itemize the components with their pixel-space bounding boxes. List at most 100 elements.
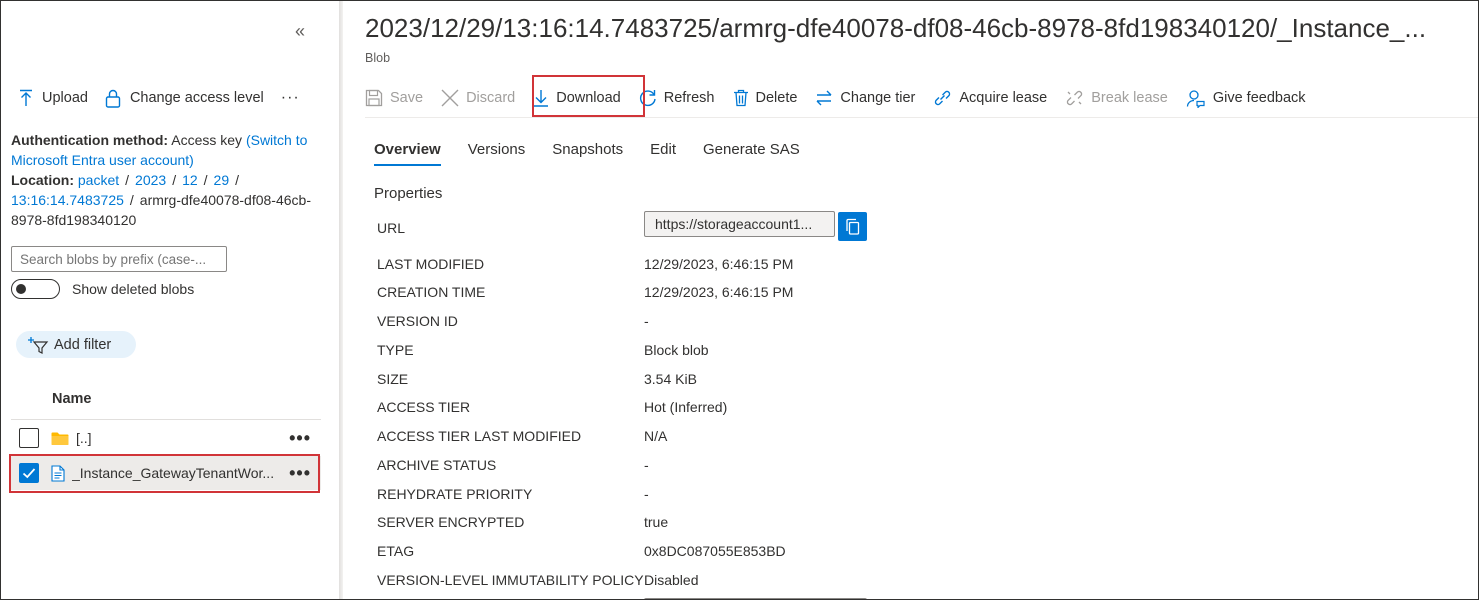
prop-value: 12/29/2023, 6:46:15 PM <box>644 256 794 272</box>
copy-url-button[interactable] <box>838 212 867 241</box>
prop-label: TYPE <box>377 342 414 358</box>
add-filter-button[interactable]: Add filter <box>16 331 136 358</box>
breadcrumb-time[interactable]: 13:16:14.7483725 <box>11 192 124 208</box>
show-deleted-label: Show deleted blobs <box>72 281 195 297</box>
prop-label: VERSION-LEVEL IMMUTABILITY POLICY <box>377 572 644 588</box>
give-feedback-button[interactable]: Give feedback <box>1186 89 1306 108</box>
toolbar-divider <box>365 117 1478 118</box>
close-icon <box>441 89 459 107</box>
prop-label: ARCHIVE STATUS <box>377 457 497 473</box>
break-lease-label: Break lease <box>1091 90 1168 106</box>
change-access-level-button[interactable]: Change access level <box>105 89 264 108</box>
save-icon <box>365 89 383 107</box>
change-tier-label: Change tier <box>840 90 916 106</box>
change-tier-button[interactable]: Change tier <box>815 89 915 107</box>
refresh-label: Refresh <box>663 90 715 106</box>
refresh-icon <box>639 90 656 107</box>
pane-divider[interactable] <box>339 1 343 599</box>
prop-value: Hot (Inferred) <box>644 399 728 415</box>
breadcrumb-year[interactable]: 2023 <box>135 172 166 188</box>
more-actions-icon[interactable]: ··· <box>281 89 300 107</box>
blob-toolbar: Save Discard Download Refresh Delete Cha… <box>365 85 1324 111</box>
prop-label: REHYDRATE PRIORITY <box>377 486 533 502</box>
prop-value: Block blob <box>644 342 709 358</box>
prop-label: ACCESS TIER LAST MODIFIED <box>377 428 582 444</box>
left-toolbar: Upload Change access level ··· <box>19 87 300 109</box>
break-lease-button[interactable]: Break lease <box>1065 89 1168 107</box>
auth-method-value: Access key <box>171 132 243 148</box>
link-icon <box>935 90 951 106</box>
toggle-knob <box>16 284 26 294</box>
download-label: Download <box>556 90 621 106</box>
properties-heading: Properties <box>374 185 443 202</box>
prop-value: Disabled <box>644 572 699 588</box>
trash-icon <box>733 89 748 107</box>
tab-snapshots[interactable]: Snapshots <box>552 141 623 166</box>
prop-value: 0x8DC087055E853BD <box>644 543 786 559</box>
save-label: Save <box>390 90 424 106</box>
row-name: [..] <box>76 430 92 446</box>
blob-title: 2023/12/29/13:16:14.7483725/armrg-dfe400… <box>365 13 1427 43</box>
save-button[interactable]: Save <box>365 89 423 107</box>
delete-button[interactable]: Delete <box>733 89 798 107</box>
prop-label: ETAG <box>377 543 415 559</box>
row-more-icon[interactable]: ••• <box>289 464 311 482</box>
row-more-icon[interactable]: ••• <box>289 429 311 447</box>
blob-browser-pane: « Upload Change access level ··· Authent… <box>1 1 339 599</box>
prop-value: - <box>644 486 649 502</box>
row-name: _Instance_GatewayTenantWor... <box>72 465 275 481</box>
prop-value: - <box>644 457 649 473</box>
prop-label: CREATION TIME <box>377 284 486 300</box>
checkmark-icon <box>22 468 36 479</box>
tab-overview[interactable]: Overview <box>374 141 441 166</box>
tab-versions[interactable]: Versions <box>468 141 526 166</box>
discard-label: Discard <box>466 90 516 106</box>
change-access-label: Change access level <box>129 90 264 106</box>
url-field[interactable]: https://storageaccount1... <box>644 211 835 237</box>
list-item-selected[interactable]: _Instance_GatewayTenantWor... ••• <box>11 456 321 490</box>
prop-value: - <box>644 313 649 329</box>
upload-button[interactable]: Upload <box>19 89 88 107</box>
row-checkbox[interactable] <box>19 428 39 448</box>
add-filter-icon <box>28 336 49 354</box>
folder-icon <box>51 431 69 446</box>
collapse-pane-icon[interactable]: « <box>295 21 305 42</box>
app-frame: « Upload Change access level ··· Authent… <box>0 0 1479 600</box>
auth-info: Authentication method: Access key (Switc… <box>11 132 311 228</box>
breadcrumb-packet[interactable]: packet <box>78 172 119 188</box>
list-item[interactable]: [..] ••• <box>11 421 321 455</box>
tab-generate-sas[interactable]: Generate SAS <box>703 141 800 166</box>
upload-label: Upload <box>42 90 88 106</box>
name-column-header[interactable]: Name <box>52 391 92 407</box>
show-deleted-row: Show deleted blobs <box>11 279 194 299</box>
copy-icon <box>845 218 859 235</box>
file-icon <box>51 464 65 482</box>
blob-prefix-search-input[interactable] <box>11 246 227 272</box>
prop-value: true <box>644 514 669 530</box>
location-label: Location: <box>11 172 74 188</box>
acquire-lease-button[interactable]: Acquire lease <box>933 89 1047 107</box>
header-divider <box>11 419 321 420</box>
download-button[interactable]: Download <box>533 89 621 107</box>
lock-icon <box>105 89 121 108</box>
prop-label: SIZE <box>377 371 409 387</box>
breadcrumb-day[interactable]: 29 <box>214 172 230 188</box>
prop-value: N/A <box>644 428 668 444</box>
download-icon <box>534 90 549 107</box>
give-feedback-label: Give feedback <box>1212 90 1306 106</box>
discard-button[interactable]: Discard <box>441 89 515 107</box>
add-filter-label: Add filter <box>54 336 112 353</box>
blob-subtitle: Blob <box>365 51 391 65</box>
row-checkbox[interactable] <box>19 463 39 483</box>
delete-label: Delete <box>755 90 798 106</box>
show-deleted-toggle[interactable] <box>11 279 60 299</box>
prop-label: LAST MODIFIED <box>377 256 485 272</box>
auth-method-label: Authentication method: <box>11 132 169 148</box>
breadcrumb-month[interactable]: 12 <box>182 172 198 188</box>
prop-value: 3.54 KiB <box>644 371 697 387</box>
blob-tabs: Overview Versions Snapshots Edit Generat… <box>374 141 827 166</box>
swap-arrows-icon <box>816 90 832 106</box>
prop-label: ACCESS TIER <box>377 399 471 415</box>
tab-edit[interactable]: Edit <box>650 141 676 166</box>
refresh-button[interactable]: Refresh <box>639 89 715 107</box>
